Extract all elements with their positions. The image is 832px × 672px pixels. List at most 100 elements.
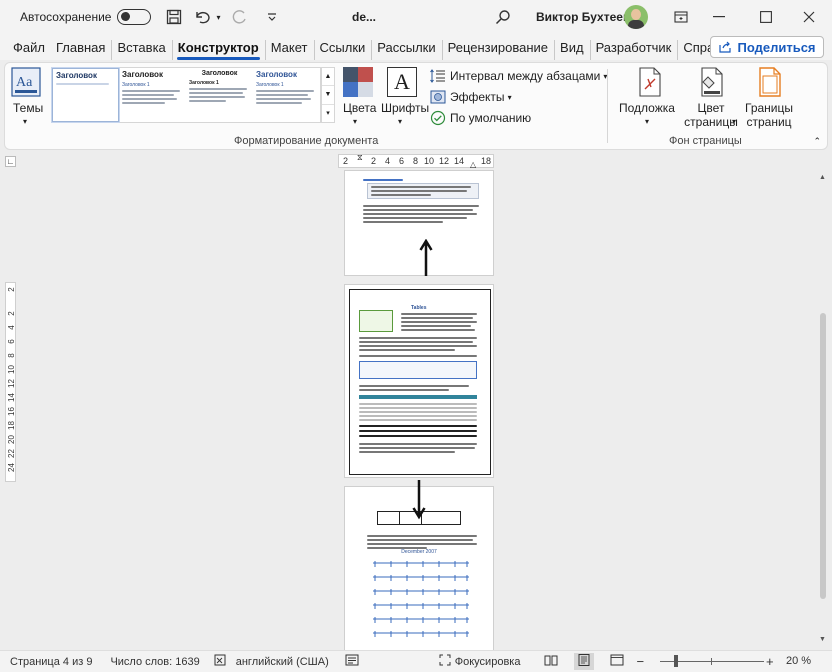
style-set-item[interactable]: Заголовок Заголовок 1 (253, 68, 320, 122)
proofing-icon[interactable] (214, 654, 228, 669)
print-layout-icon[interactable] (574, 653, 595, 670)
style-set-item[interactable]: Заголовок Заголовок 1 (186, 68, 253, 122)
page-borders-button[interactable] (757, 67, 783, 99)
zoom-in-icon[interactable]: + (766, 654, 774, 669)
tab-review[interactable]: Рецензирование (441, 40, 554, 60)
paragraph-spacing-button[interactable]: Интервал между абзацами ▾ (430, 67, 607, 85)
tab-insert[interactable]: Вставка (111, 40, 171, 60)
page-color-dropdown-icon[interactable]: ▾ (732, 115, 736, 129)
word-count[interactable]: Число слов: 1639 (110, 656, 199, 668)
language[interactable]: английский (США) (236, 656, 329, 668)
gallery-more-icon[interactable]: ▾ (322, 105, 334, 122)
undo-icon[interactable] (191, 6, 213, 28)
ruler-tick-label: 6 (7, 339, 16, 344)
ruler-tick-label: 12 (439, 156, 450, 166)
share-button[interactable]: Поделиться (710, 36, 824, 58)
indent-marker-icon[interactable]: ⧖ (357, 153, 363, 163)
redo-icon[interactable] (229, 6, 251, 28)
tab-file[interactable]: Файл (8, 40, 51, 60)
watermark-button[interactable] (637, 67, 663, 99)
document-name[interactable]: de... (352, 10, 376, 24)
colors-button[interactable] (343, 67, 373, 97)
style-subheading: Заголовок 1 (256, 82, 284, 88)
zoom-slider-thumb[interactable] (674, 655, 678, 667)
accessibility-icon[interactable] (345, 654, 359, 669)
tab-layout[interactable]: Макет (264, 40, 314, 60)
tab-references[interactable]: Ссылки (313, 40, 372, 60)
horizontal-ruler[interactable]: 2 2 4 6 8 10 12 14 18 ⧖ △ (338, 153, 494, 169)
scroll-up-icon[interactable]: ▲ (819, 174, 826, 181)
fonts-icon[interactable]: A (387, 67, 417, 97)
tab-design[interactable]: Конструктор (171, 40, 265, 60)
page-borders-label: Границы страниц (745, 101, 793, 129)
user-name[interactable]: Виктор Бухтеев (536, 10, 630, 24)
effects-button[interactable]: Эффекты ▾ (430, 88, 512, 106)
ruler-tick-label: 2 (343, 156, 349, 166)
effects-icon (430, 90, 446, 104)
document-page[interactable] (344, 170, 494, 276)
checkmark-icon (430, 110, 446, 126)
themes-icon: Aa (11, 67, 41, 97)
focus-mode-label[interactable]: Фокусировка (455, 656, 521, 668)
avatar[interactable] (624, 5, 648, 29)
vertical-scrollbar[interactable]: ▲ ▼ (816, 170, 830, 650)
focus-icon[interactable] (439, 654, 451, 669)
maximize-icon[interactable] (743, 0, 789, 34)
themes-dropdown-icon[interactable]: ▾ (23, 115, 27, 129)
set-as-default-button[interactable]: По умолчанию (430, 109, 531, 127)
ruler-tick-label: 14 (7, 393, 16, 402)
share-icon (719, 41, 732, 53)
style-set-gallery[interactable]: Заголовок Заголовок Заголовок 1 Заголово… (51, 67, 321, 123)
ruler-tick-label: 14 (454, 156, 465, 166)
themes-button[interactable]: Aa (11, 67, 43, 101)
set-as-default-label: По умолчанию (450, 111, 532, 125)
zoom-out-icon[interactable]: − (636, 654, 644, 669)
style-set-item[interactable]: Заголовок (51, 67, 120, 123)
share-label: Поделиться (737, 39, 816, 55)
gallery-up-icon[interactable]: ▲ (322, 68, 334, 87)
tab-selector-icon[interactable]: ∟ (5, 156, 16, 167)
autosave-label: Автосохранение (20, 10, 112, 24)
search-icon[interactable] (492, 6, 514, 28)
ruler-tick-label: 18 (7, 421, 16, 430)
customize-qat-icon[interactable] (261, 6, 283, 28)
gallery-scroll: ▲ ▼ ▾ (321, 67, 335, 123)
page-borders-icon (759, 67, 781, 97)
document-page[interactable]: Tables (344, 284, 494, 478)
web-layout-icon[interactable] (610, 654, 624, 669)
gallery-down-icon[interactable]: ▼ (322, 86, 334, 105)
collapse-ribbon-icon[interactable]: ⌃ (813, 136, 821, 147)
style-set-item[interactable]: Заголовок Заголовок 1 (119, 68, 186, 122)
scroll-thumb[interactable] (820, 313, 826, 599)
ruler-tick-label: 2 (7, 311, 16, 316)
colors-dropdown-icon[interactable]: ▾ (353, 115, 357, 129)
save-icon[interactable] (163, 6, 185, 28)
undo-dropdown-icon[interactable]: ▾ (213, 6, 223, 28)
tab-view[interactable]: Вид (554, 40, 590, 60)
page-count[interactable]: Страница 4 из 9 (10, 656, 92, 668)
autosave-toggle[interactable] (117, 9, 152, 25)
close-icon[interactable] (786, 0, 832, 34)
ruler-tick-label: 4 (7, 325, 16, 330)
ruler-tick-label: 6 (399, 156, 405, 166)
page-color-icon (701, 67, 723, 97)
vertical-ruler[interactable]: 2 2 4 6 8 10 12 14 16 18 20 22 24 (5, 282, 16, 482)
style-heading: Заголовок (201, 70, 238, 77)
fonts-dropdown-icon[interactable]: ▾ (398, 115, 402, 129)
minimize-icon[interactable] (696, 0, 742, 34)
ribbon-design: Aa Темы ▾ Заголовок Заголовок Заголовок … (4, 62, 828, 150)
read-mode-icon[interactable] (544, 654, 558, 669)
zoom-level[interactable]: 20 % (786, 655, 811, 667)
tab-mailings[interactable]: Рассылки (371, 40, 441, 60)
table-thumbnail (359, 310, 393, 332)
tab-developer[interactable]: Разработчик (589, 40, 678, 60)
tab-home[interactable]: Главная (51, 40, 111, 60)
page-color-button[interactable] (699, 67, 725, 99)
scroll-down-icon[interactable]: ▼ (819, 636, 826, 643)
title-bar: Автосохранение ▾ de... Виктор Бухтеев (0, 0, 832, 34)
watermark-dropdown-icon[interactable]: ▾ (645, 115, 649, 129)
ruler-tick-label: 2 (7, 287, 16, 292)
right-indent-icon[interactable]: △ (470, 160, 476, 169)
ruler-tick-label: 10 (7, 365, 16, 374)
document-page[interactable]: December 2007 (344, 480, 494, 652)
